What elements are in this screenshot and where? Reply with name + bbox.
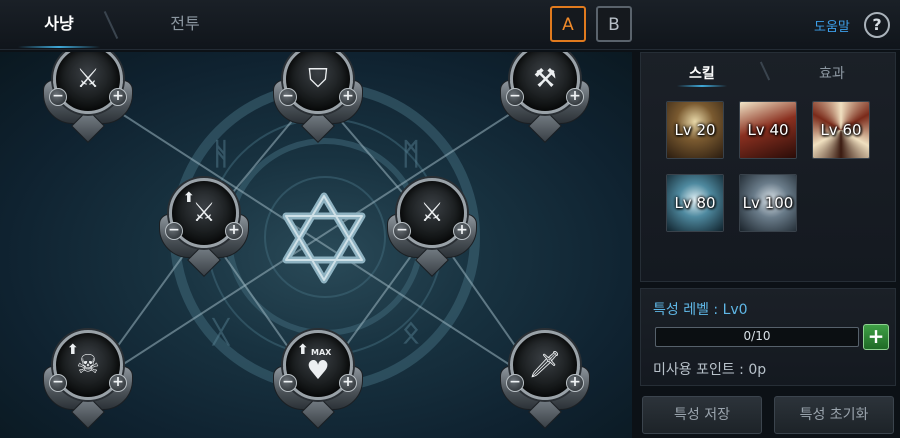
progress-text: 0/10 — [743, 329, 771, 343]
increase-button[interactable]: + — [109, 88, 127, 106]
trait-node[interactable]: ⛉ − + — [273, 52, 363, 144]
skill-icon[interactable]: Lv 100 — [739, 174, 797, 232]
increase-button[interactable]: + — [225, 222, 243, 240]
increase-button[interactable]: + — [339, 374, 357, 392]
skill-icon[interactable]: Lv 80 — [666, 174, 724, 232]
decrease-button[interactable]: − — [49, 88, 67, 106]
unused-points-label: 미사용 포인트 : 0p — [653, 362, 767, 378]
help-icon[interactable]: ? — [864, 12, 890, 38]
skill-level-label: Lv 40 — [747, 121, 789, 139]
decrease-button[interactable]: − — [506, 374, 524, 392]
decrease-button[interactable]: − — [165, 222, 183, 240]
trait-level-label: 특성 레벨 : Lv0 — [653, 302, 748, 318]
trait-node[interactable]: ⚔ − + — [43, 52, 133, 144]
trait-node[interactable]: ⬆ MAX ♥ − + — [273, 330, 363, 430]
preset-a-button[interactable]: A — [550, 6, 586, 42]
increase-button[interactable]: + — [453, 222, 471, 240]
skill-level-label: Lv 80 — [674, 194, 716, 212]
skill-icon[interactable]: Lv 60 — [812, 101, 870, 159]
decrease-button[interactable]: − — [279, 88, 297, 106]
tab-combat[interactable]: 전투 — [150, 0, 220, 50]
trait-progress-bar: 0/10 — [655, 327, 859, 347]
add-point-button[interactable]: + — [863, 324, 889, 350]
help-link[interactable]: 도움말 — [814, 16, 850, 35]
trait-node[interactable]: ⬆ ⚔ − + — [159, 178, 249, 278]
heart-icon: ♥ — [306, 356, 330, 386]
skill-level-label: Lv 60 — [820, 121, 862, 139]
svg-text:ᚷ: ᚷ — [211, 315, 231, 350]
trait-node[interactable]: ⚒ − + — [500, 52, 590, 144]
top-bar: 사냥 전투 A B 도움말 ? — [0, 0, 900, 50]
tab-hunting[interactable]: 사냥 — [18, 0, 100, 50]
skill-icon[interactable]: Lv 40 — [739, 101, 797, 159]
trait-node[interactable]: ⬆ ☠ − + — [43, 330, 133, 430]
tab-skill[interactable]: 스킬 — [677, 63, 727, 87]
svg-text:ᛗ: ᛗ — [402, 137, 420, 172]
trait-stats-panel: 특성 레벨 : Lv0 0/10 + 미사용 포인트 : 0p — [640, 288, 896, 386]
skill-level-label: Lv 20 — [674, 121, 716, 139]
decrease-button[interactable]: − — [49, 374, 67, 392]
preset-b-button[interactable]: B — [596, 6, 632, 42]
trait-node[interactable]: 🗡 − + — [500, 330, 590, 430]
tab-divider — [103, 10, 119, 40]
reset-traits-button[interactable]: 특성 초기화 — [774, 396, 894, 434]
svg-text:ᛟ: ᛟ — [402, 315, 420, 350]
trait-node[interactable]: ⚔ − + — [387, 178, 477, 278]
svg-text:ᚻ: ᚻ — [212, 137, 230, 172]
skill-icon[interactable]: Lv 20 — [666, 101, 724, 159]
decrease-button[interactable]: − — [506, 88, 524, 106]
skill-panel: 스킬 효과 Lv 20 Lv 40 Lv 60 Lv 80 Lv 100 — [640, 52, 896, 282]
trait-board: ᚻ ᛗ ᚷ ᛟ ⚔ − + ⛉ − + ⚒ − + ⬆ ⚔ − + ⚔ − + … — [0, 52, 632, 438]
save-traits-button[interactable]: 특성 저장 — [642, 396, 762, 434]
increase-button[interactable]: + — [566, 88, 584, 106]
decrease-button[interactable]: − — [393, 222, 411, 240]
increase-button[interactable]: + — [109, 374, 127, 392]
increase-button[interactable]: + — [566, 374, 584, 392]
tab-effect[interactable]: 효과 — [819, 63, 845, 83]
hexagram-icon — [282, 192, 366, 284]
skill-level-label: Lv 100 — [742, 194, 794, 212]
decrease-button[interactable]: − — [279, 374, 297, 392]
tab-divider — [759, 61, 771, 81]
increase-button[interactable]: + — [339, 88, 357, 106]
